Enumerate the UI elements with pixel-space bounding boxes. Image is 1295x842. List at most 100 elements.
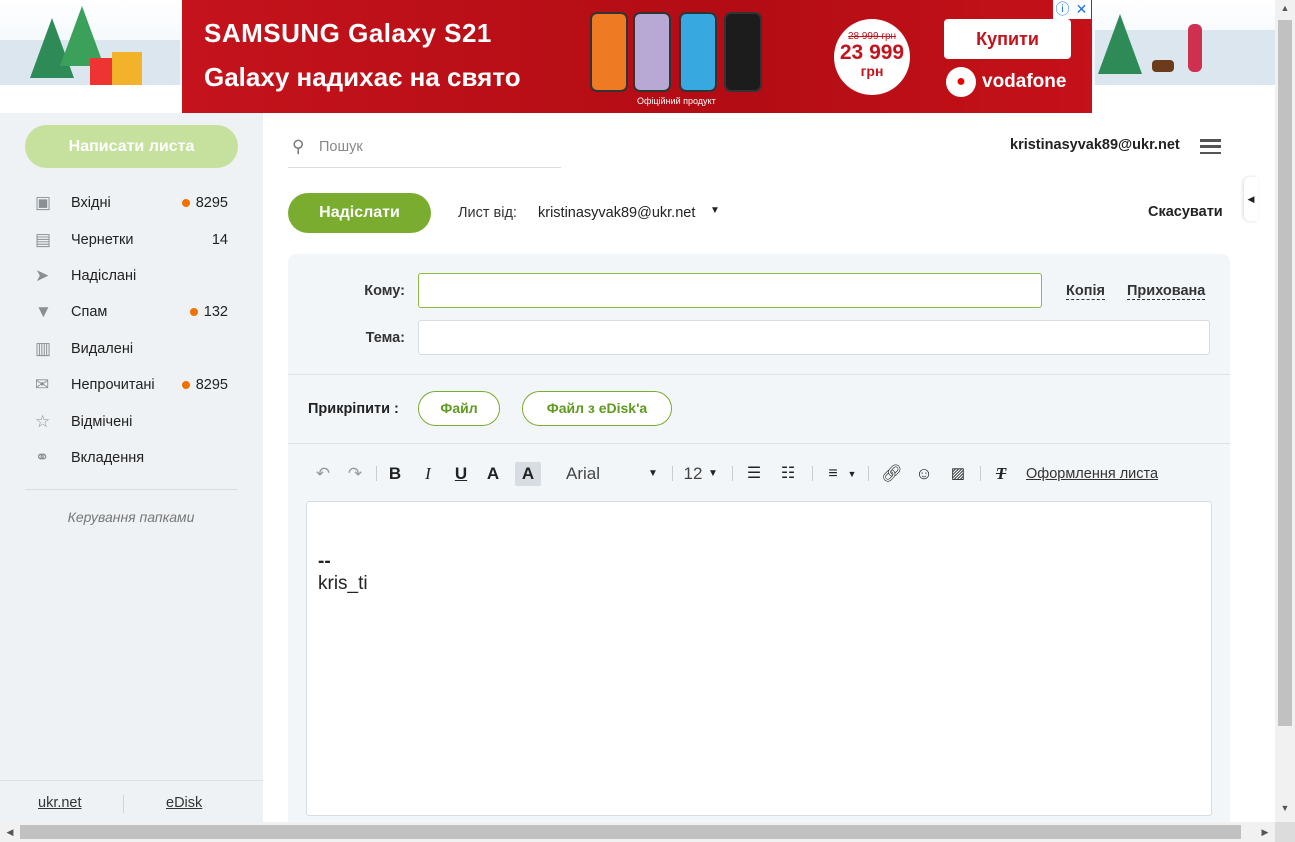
inbox-icon: ▣ [35,193,52,213]
folder-list: ▣ Вхідні 8295 ▤ Чернетки 14 ➤ Надіслані … [25,185,237,476]
buy-button[interactable]: Купити [944,19,1071,59]
vodafone-icon: ● [946,67,976,97]
scroll-right-icon[interactable]: ▶ [1257,822,1273,842]
sidebar-item-attachments[interactable]: ⚭ Вкладення [25,440,237,476]
ad-headline: SAMSUNG Galaxy S21 [204,18,492,48]
vertical-scrollbar[interactable]: ▲ ▼ [1275,0,1295,822]
attach-edisk-button[interactable]: Файл з eDisk'a [522,391,672,426]
chevron-down-icon[interactable]: ▼ [846,462,858,486]
folder-count: 8295 [195,195,228,212]
sidebar-item-starred[interactable]: ☆ Відмічені [25,403,237,439]
redo-icon[interactable]: ↷ [344,462,366,486]
star-icon: ☆ [35,411,51,431]
bcc-link[interactable]: Прихована [1127,283,1206,300]
trash-icon: ▥ [35,338,52,358]
ad-note: Офіційний продукт [637,96,716,106]
close-icon[interactable]: ✕ [1072,0,1091,19]
scrollbar-corner [1275,822,1295,842]
align-icon[interactable]: ≡ [822,462,844,486]
folder-count: 132 [203,304,228,321]
folder-label: Надіслані [71,267,137,284]
paperclip-icon: ⚭ [35,447,50,467]
mail-app: SAMSUNG Galaxy S21 Galaxy надихає на свя… [0,0,1295,842]
divider [868,466,869,481]
scroll-down-icon[interactable]: ▼ [1275,800,1295,816]
sidebar-item-trash[interactable]: ▥ Видалені [25,331,237,367]
dog-icon [1152,60,1174,72]
folder-count: 8295 [195,377,228,394]
edisk-link[interactable]: eDisk [166,795,202,811]
signature-separator: -- [318,551,331,572]
chevron-down-icon[interactable]: ▼ [706,462,720,486]
scroll-thumb[interactable] [1278,20,1292,726]
image-icon[interactable]: ▨ [946,462,970,486]
compose-panel: Кому: Копія Прихована Тема: Прикріпити :… [288,254,1230,822]
sidebar-item-drafts[interactable]: ▤ Чернетки 14 [25,221,237,257]
bullet-list-icon[interactable]: ☷ [776,462,800,486]
info-icon[interactable]: ⓘ [1053,0,1072,19]
user-email[interactable]: kristinasyvak89@ukr.net [1010,137,1180,153]
spam-icon: ▼ [35,302,52,322]
cancel-button[interactable]: Скасувати [1148,204,1223,220]
search-box: ⚲ [288,128,561,168]
scroll-up-icon[interactable]: ▲ [1275,0,1295,16]
highlight-color-icon[interactable]: A [515,462,541,486]
sidebar-item-inbox[interactable]: ▣ Вхідні 8295 [25,185,237,221]
numbered-list-icon[interactable]: ☰ [742,462,766,486]
folder-label: Видалені [71,340,134,357]
search-input[interactable] [319,136,549,158]
phone-image [633,12,671,92]
cc-link[interactable]: Копія [1066,283,1105,300]
compose-button[interactable]: Написати листа [25,125,238,168]
price-badge: 28 999 грн 23 999 грн [834,19,910,95]
scroll-left-icon[interactable]: ◀ [2,822,18,842]
text-color-icon[interactable]: A [482,462,504,486]
italic-icon[interactable]: I [417,462,439,486]
unread-dot [189,308,198,317]
clear-format-icon[interactable]: T [990,462,1012,486]
folder-label: Вкладення [71,449,145,466]
ukrnet-link[interactable]: ukr.net [38,795,82,811]
subject-label: Тема: [365,330,405,346]
font-size-select[interactable]: 12 [682,462,704,486]
horizontal-scrollbar[interactable]: ◀ ▶ [0,822,1275,842]
link-icon[interactable]: 🔗︎ [880,462,904,486]
panel-toggle-icon[interactable]: ◀ [1244,177,1258,221]
brand-name: vodafone [982,71,1067,92]
from-select[interactable]: kristinasyvak89@ukr.net [538,205,695,221]
sidebar-item-spam[interactable]: ▼ Спам 132 [25,294,237,330]
send-button[interactable]: Надіслати [288,193,431,233]
undo-icon[interactable]: ↶ [312,462,334,486]
phone-image [679,12,717,92]
emoji-icon[interactable]: ☺ [912,462,936,486]
hamburger-menu-icon[interactable] [1200,139,1221,155]
gift-icon [112,52,142,86]
sidebar-footer: ukr.net eDisk [0,780,263,822]
attach-file-button[interactable]: Файл [418,391,500,426]
chevron-down-icon[interactable]: ▼ [646,462,660,486]
sidebar-item-unread[interactable]: ✉ Непрочитані 8295 [25,367,237,403]
bold-icon[interactable]: B [384,462,406,486]
divider [672,466,673,481]
folder-label: Чернетки [71,231,134,248]
underline-icon[interactable]: U [450,462,472,486]
message-body[interactable]: -- kris_ti [306,501,1212,816]
sidebar: Написати листа ▣ Вхідні 8295 ▤ Чернетки … [0,113,263,822]
holiday-banner: SAMSUNG Galaxy S21 Galaxy надихає на свя… [0,0,1275,113]
advertisement[interactable]: SAMSUNG Galaxy S21 Galaxy надихає на свя… [182,0,1092,113]
chevron-down-icon[interactable]: ▼ [710,205,720,216]
to-field[interactable] [418,273,1042,308]
letter-style-link[interactable]: Оформлення листа [1026,462,1176,486]
gift-icon [90,58,114,86]
font-family-select[interactable]: Arial [566,462,606,486]
christmas-tree-icon [60,6,104,66]
divider [732,466,733,481]
from-label: Лист від: [458,205,517,221]
divider [288,374,1230,375]
scroll-thumb[interactable] [20,825,1241,839]
ad-controls: ⓘ ✕ [1053,0,1091,19]
phone-image [724,12,762,92]
manage-folders-link[interactable]: Керування папками [25,509,237,525]
subject-field[interactable] [418,320,1210,355]
sidebar-item-sent[interactable]: ➤ Надіслані [25,258,237,294]
